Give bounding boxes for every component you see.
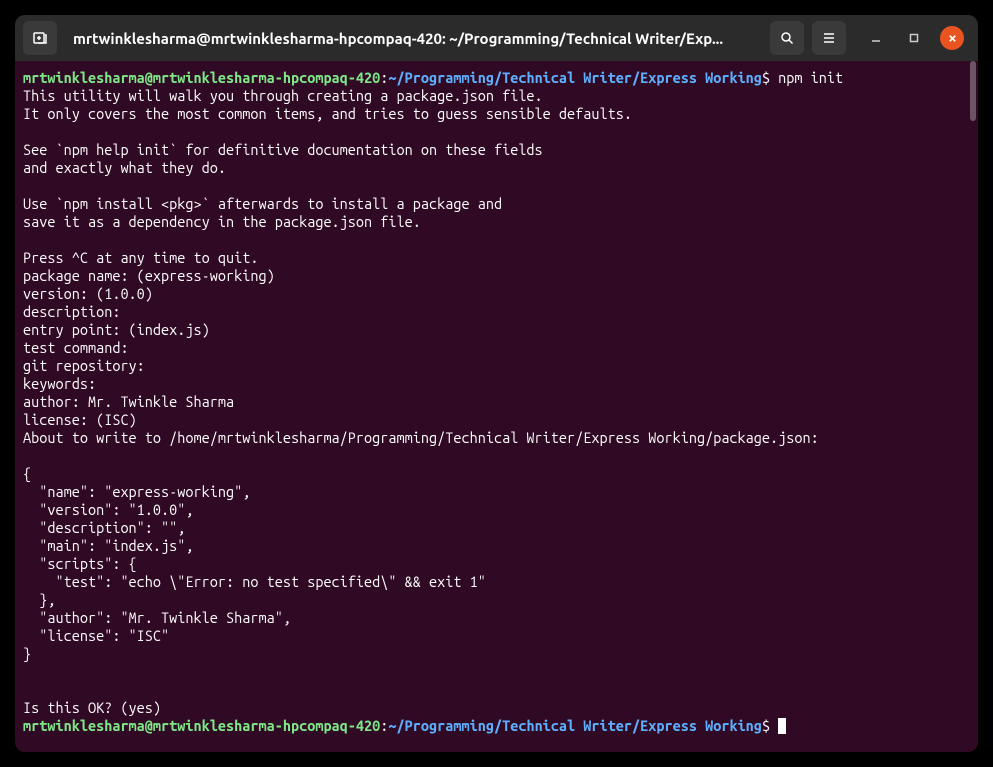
output-line: save it as a dependency in the package.j… bbox=[23, 213, 421, 230]
scrollbar-thumb[interactable] bbox=[970, 61, 976, 121]
output-line: version: (1.0.0) bbox=[23, 285, 161, 302]
output-line: "name": "express-working", bbox=[23, 483, 250, 500]
output-line: and exactly what they do. bbox=[23, 159, 226, 176]
prompt-user: mrtwinklesharma@mrtwinklesharma-hpcompaq… bbox=[23, 717, 380, 734]
scrollbar[interactable] bbox=[968, 61, 978, 752]
prompt-user: mrtwinklesharma@mrtwinklesharma-hpcompaq… bbox=[23, 69, 380, 86]
output-line: About to write to /home/mrtwinklesharma/… bbox=[23, 429, 819, 446]
close-icon bbox=[947, 33, 958, 44]
cursor bbox=[778, 718, 786, 734]
window-title: mrtwinklesharma@mrtwinklesharma-hpcompaq… bbox=[65, 30, 762, 47]
output-line: } bbox=[23, 645, 31, 662]
search-button[interactable] bbox=[770, 21, 804, 55]
output-line: "author": "Mr. Twinkle Sharma", bbox=[23, 609, 291, 626]
output-line: author: Mr. Twinkle Sharma bbox=[23, 393, 234, 410]
output-line: See `npm help init` for definitive docum… bbox=[23, 141, 543, 158]
terminal-content[interactable]: mrtwinklesharma@mrtwinklesharma-hpcompaq… bbox=[15, 61, 978, 752]
output-line: package name: (express-working) bbox=[23, 267, 283, 284]
maximize-button[interactable] bbox=[902, 26, 926, 50]
output-line: Press ^C at any time to quit. bbox=[23, 249, 258, 266]
output-line: { bbox=[23, 465, 31, 482]
output-line: test command: bbox=[23, 339, 137, 356]
prompt-path: ~/Programming/Technical Writer/Express W… bbox=[388, 717, 762, 734]
output-line: "scripts": { bbox=[23, 555, 137, 572]
output-line: entry point: (index.js) bbox=[23, 321, 218, 338]
output-line: Is this OK? (yes) bbox=[23, 699, 169, 716]
terminal-window: mrtwinklesharma@mrtwinklesharma-hpcompaq… bbox=[15, 15, 978, 752]
output-line: description: bbox=[23, 303, 129, 320]
output-line: "version": "1.0.0", bbox=[23, 501, 194, 518]
output-line: "test": "echo \"Error: no test specified… bbox=[23, 573, 486, 590]
output-line: It only covers the most common items, an… bbox=[23, 105, 632, 122]
output-line: }, bbox=[23, 591, 55, 608]
close-button[interactable] bbox=[940, 26, 964, 50]
new-tab-button[interactable] bbox=[23, 21, 57, 55]
titlebar: mrtwinklesharma@mrtwinklesharma-hpcompaq… bbox=[15, 15, 978, 61]
output-line: This utility will walk you through creat… bbox=[23, 87, 543, 104]
minimize-icon bbox=[870, 32, 882, 44]
prompt-dollar: $ bbox=[762, 69, 770, 86]
output-line: "description": "", bbox=[23, 519, 185, 536]
output-line: Use `npm install <pkg>` afterwards to in… bbox=[23, 195, 502, 212]
maximize-icon bbox=[908, 32, 920, 44]
output-line: "license": "ISC" bbox=[23, 627, 169, 644]
output-line: keywords: bbox=[23, 375, 104, 392]
window-controls bbox=[864, 26, 970, 50]
output-line: git repository: bbox=[23, 357, 153, 374]
hamburger-icon bbox=[821, 30, 837, 46]
output-line: "main": "index.js", bbox=[23, 537, 194, 554]
command-text: npm init bbox=[770, 69, 843, 86]
search-icon bbox=[779, 30, 795, 46]
minimize-button[interactable] bbox=[864, 26, 888, 50]
new-tab-icon bbox=[32, 30, 48, 46]
menu-button[interactable] bbox=[812, 21, 846, 55]
prompt-dollar: $ bbox=[762, 717, 778, 734]
output-line: license: (ISC) bbox=[23, 411, 145, 428]
prompt-path: ~/Programming/Technical Writer/Express W… bbox=[388, 69, 762, 86]
